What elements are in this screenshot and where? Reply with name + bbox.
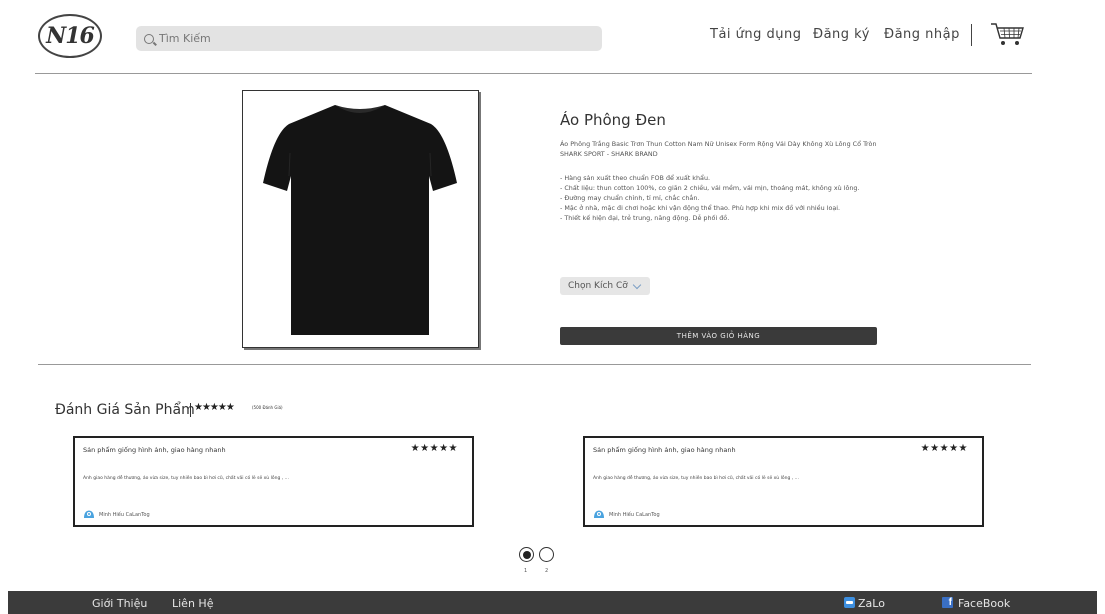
description-line: - Thiết kế hiện đại, trẻ trung, năng độn… — [560, 214, 730, 222]
description-line: - Hàng sản xuất theo chuẩn FOB để xuất k… — [560, 174, 711, 182]
section-divider — [38, 364, 1031, 365]
review-title: Sản phẩm giống hình ảnh, giao hàng nhanh — [593, 446, 736, 454]
facebook-icon: f — [942, 597, 953, 608]
logo[interactable]: N16 — [38, 14, 102, 58]
product-description: - Hàng sản xuất theo chuẩn FOB để xuất k… — [560, 173, 878, 223]
description-line: - Đường may chuẩn chỉnh, tỉ mỉ, chắc chắ… — [560, 194, 700, 202]
review-title: Sản phẩm giống hình ảnh, giao hàng nhanh — [83, 446, 226, 454]
footer-zalo-link[interactable]: ZaLo — [858, 597, 885, 610]
logo-text: N16 — [46, 23, 95, 49]
avatar — [594, 510, 604, 518]
product-title: Áo Phông Đen — [560, 111, 666, 129]
register-link[interactable]: Đăng ký — [813, 27, 870, 42]
description-line: - Mặc ở nhà, mặc đi chơi hoặc khi vận độ… — [560, 204, 841, 212]
pagination-label: 1 — [524, 568, 528, 574]
review-body: Anh giao hàng dễ thương, áo vừa size, tu… — [83, 476, 289, 481]
footer: Giới Thiệu Liên Hệ ZaLo f FaceBook — [8, 591, 1097, 614]
reviews-divider — [190, 403, 191, 417]
search-bar[interactable] — [136, 26, 602, 51]
pagination-label: 2 — [545, 568, 549, 574]
login-link[interactable]: Đăng nhập — [884, 27, 960, 42]
review-stars: ★★★★★ — [410, 443, 458, 454]
size-select[interactable]: Chọn Kích Cỡ — [560, 277, 650, 295]
review-card[interactable]: Sản phẩm giống hình ảnh, giao hàng nhanh… — [73, 436, 474, 527]
footer-facebook-link[interactable]: FaceBook — [958, 597, 1010, 610]
header-divider — [35, 73, 1032, 74]
size-select-label: Chọn Kích Cỡ — [568, 281, 628, 291]
cart-icon[interactable] — [990, 22, 1024, 48]
review-card[interactable]: Sản phẩm giống hình ảnh, giao hàng nhanh… — [583, 436, 984, 527]
footer-contact-link[interactable]: Liên Hệ — [172, 597, 213, 610]
product-image[interactable] — [242, 90, 479, 348]
search-input[interactable] — [159, 32, 579, 45]
black-tshirt-icon — [263, 105, 457, 335]
review-stars: ★★★★★ — [920, 443, 968, 454]
avatar — [84, 510, 94, 518]
pagination-dot-2[interactable] — [539, 547, 554, 562]
rating-stars: ★★★★★ — [194, 402, 235, 413]
review-body: Anh giao hàng dễ thương, áo vừa size, tu… — [593, 476, 799, 481]
review-user: Minh Hiếu CaLanTog — [99, 512, 150, 518]
review-user: Minh Hiếu CaLanTog — [609, 512, 660, 518]
reviews-title: Đánh Giá Sản Phẩm — [55, 402, 195, 418]
pagination-dot-1[interactable] — [519, 547, 534, 562]
review-count: (500 Đánh Giá) — [252, 405, 283, 410]
download-app-link[interactable]: Tải ứng dụng — [710, 27, 802, 42]
search-icon — [144, 33, 154, 44]
nav-divider — [971, 24, 972, 46]
add-to-cart-button[interactable]: THÊM VÀO GIỎ HÀNG — [560, 327, 877, 345]
chevron-down-icon — [632, 280, 642, 289]
footer-about-link[interactable]: Giới Thiệu — [92, 597, 147, 610]
description-line: - Chất liệu: thun cotton 100%, co giãn 2… — [560, 184, 860, 192]
product-subtitle: Áo Phông Trắng Basic Trơn Thun Cotton Na… — [560, 140, 877, 158]
zalo-icon — [844, 597, 855, 608]
